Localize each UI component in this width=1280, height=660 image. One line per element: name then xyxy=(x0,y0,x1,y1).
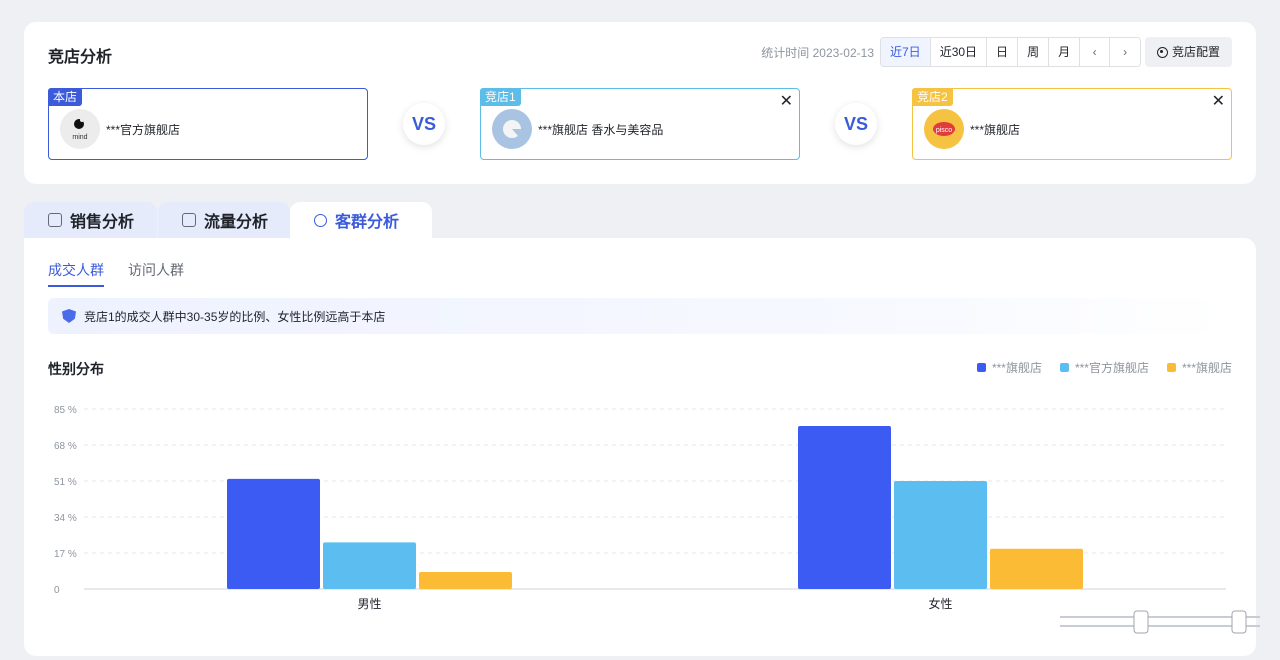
range-month-button[interactable]: 月 xyxy=(1049,38,1081,66)
tab-traffic[interactable]: 流量分析 xyxy=(158,202,290,238)
vs-badge-2: VS xyxy=(835,103,877,145)
shield-icon xyxy=(62,309,76,323)
bag-icon xyxy=(48,213,62,227)
store-config-button[interactable]: 竞店配置 xyxy=(1145,37,1232,67)
scroll-handle[interactable] xyxy=(1060,607,1260,637)
y-tick-label: 51 % xyxy=(54,477,77,488)
trend-icon xyxy=(182,213,196,227)
chart-title: 性别分布 xyxy=(48,361,104,377)
gender-bar-chart: 0 17 % 34 % 51 % 68 % 85 % 男性 女性 xyxy=(54,405,1226,611)
users-icon xyxy=(314,213,327,227)
competitor2-name: ***旗舰店 xyxy=(970,123,1021,137)
legend-dot xyxy=(1166,363,1176,372)
tab-sales[interactable]: 销售分析 xyxy=(24,202,157,238)
bar xyxy=(894,481,987,589)
close-icon[interactable]: ✕ xyxy=(1212,91,1225,111)
range-week-button[interactable]: 周 xyxy=(1018,38,1050,66)
y-tick-label: 17 % xyxy=(54,549,77,560)
svg-text:pisco: pisco xyxy=(936,127,952,134)
settings-icon xyxy=(1156,46,1168,58)
audience-card: 成交人群 访问人群 竞店1的成交人群中30-35岁的比例、女性比例远高于本店 性… xyxy=(24,238,1256,656)
legend-item[interactable]: ***官方旗舰店 xyxy=(1059,359,1149,376)
legend-label: ***旗舰店 xyxy=(991,361,1042,375)
y-tick-label: 68 % xyxy=(54,441,77,452)
competitor1-logo xyxy=(492,109,532,149)
legend-dot xyxy=(976,363,986,372)
range-7d-button[interactable]: 近7日 xyxy=(881,38,931,66)
y-tick-label: 85 % xyxy=(54,405,77,416)
own-store-logo: mind xyxy=(60,109,100,149)
range-30d-button[interactable]: 近30日 xyxy=(930,38,988,66)
legend-dot xyxy=(1059,363,1069,372)
subtab-visit-audience[interactable]: 访问人群 xyxy=(128,260,184,280)
x-category-label: 男性 xyxy=(357,597,381,611)
bar xyxy=(227,478,320,589)
competitor1-store-card[interactable]: 竞店1 ***旗舰店 香水与美容品 ✕ xyxy=(480,88,800,160)
bar xyxy=(419,572,512,589)
svg-text:mind: mind xyxy=(72,134,87,141)
chart-legend: ***旗舰店 ***官方旗舰店 ***旗舰店 xyxy=(976,359,1232,376)
next-period-icon[interactable]: › xyxy=(1110,38,1141,66)
prev-period-icon[interactable]: ‹ xyxy=(1080,38,1111,66)
competitor1-name: ***旗舰店 香水与美容品 xyxy=(538,123,664,137)
page-title: 竞店分析 xyxy=(48,49,113,66)
competitor2-tag: 竞店2 xyxy=(912,88,953,106)
competitor1-tag: 竞店1 xyxy=(480,88,521,106)
y-tick-label: 34 % xyxy=(54,513,77,524)
legend-label: ***旗舰店 xyxy=(1181,361,1232,375)
own-store-name: ***官方旗舰店 xyxy=(106,123,181,137)
subtab-deal-audience[interactable]: 成交人群 xyxy=(48,260,104,287)
tab-audience-label: 客群分析 xyxy=(335,214,400,231)
close-icon[interactable]: ✕ xyxy=(780,91,793,111)
bar xyxy=(798,425,891,589)
legend-label: ***官方旗舰店 xyxy=(1074,361,1149,375)
y-tick-label: 0 xyxy=(54,585,60,596)
tab-traffic-label: 流量分析 xyxy=(204,214,269,231)
insight-notice: 竞店1的成交人群中30-35岁的比例、女性比例远高于本店 xyxy=(48,298,1232,334)
tab-audience[interactable]: 客群分析 xyxy=(290,202,432,238)
competitor-header-card: 竞店分析 统计时间 2023-02-13 近7日 近30日 日 周 月 ‹ › … xyxy=(24,22,1256,184)
own-store-card[interactable]: 本店 mind ***官方旗舰店 xyxy=(48,88,368,160)
tab-sales-label: 销售分析 xyxy=(70,214,135,231)
x-category-label: 女性 xyxy=(928,596,952,611)
own-store-tag: 本店 xyxy=(48,88,83,106)
legend-item[interactable]: ***旗舰店 xyxy=(976,359,1042,376)
insight-text: 竞店1的成交人群中30-35岁的比例、女性比例远高于本店 xyxy=(84,309,386,324)
competitor2-logo: pisco xyxy=(924,109,964,149)
vs-badge-1: VS xyxy=(403,103,445,145)
store-config-label: 竞店配置 xyxy=(1171,45,1220,59)
range-day-button[interactable]: 日 xyxy=(987,38,1019,66)
stat-date-label: 统计时间 2023-02-13 xyxy=(761,46,874,60)
competitor2-store-card[interactable]: 竞店2 pisco ***旗舰店 ✕ xyxy=(912,88,1232,160)
bar xyxy=(990,548,1083,589)
bar xyxy=(323,542,416,589)
legend-item[interactable]: ***旗舰店 xyxy=(1166,359,1232,376)
date-range-selector: 近7日 近30日 日 周 月 ‹ › xyxy=(880,37,1142,67)
